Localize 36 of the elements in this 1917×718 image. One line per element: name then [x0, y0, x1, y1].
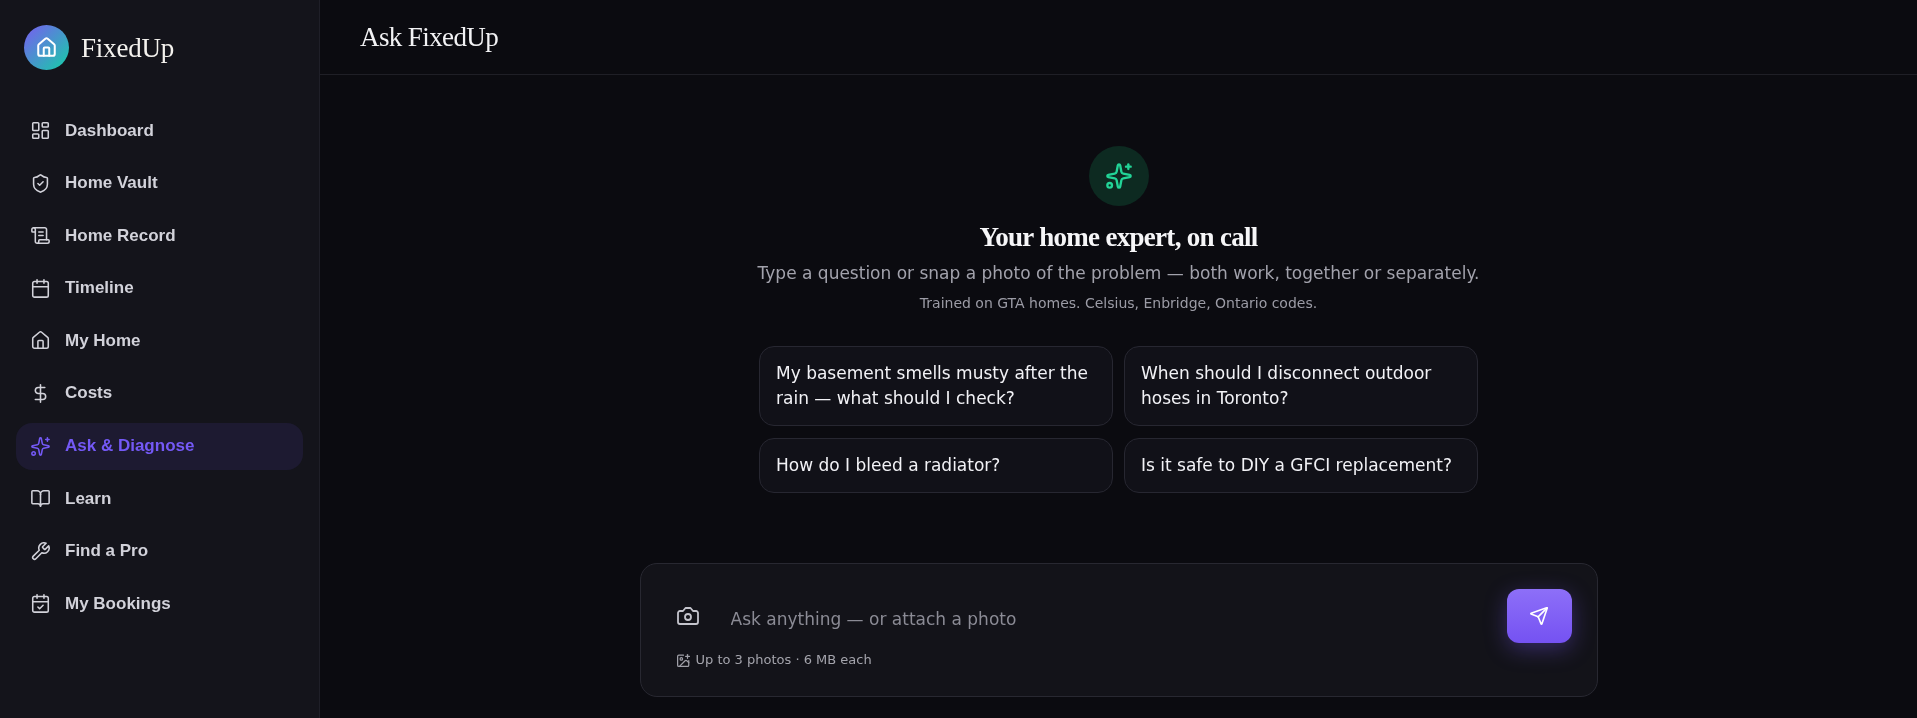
- suggestion-button[interactable]: When should I disconnect outdoor hoses in Toronto?: [1124, 346, 1478, 426]
- nav-item[interactable]: Home Record: [16, 212, 303, 260]
- page-title: Ask FixedUp: [360, 21, 499, 54]
- book-icon: [31, 489, 50, 509]
- camera-icon[interactable]: [676, 607, 699, 625]
- suggestion-button[interactable]: My basement smells musty after the rain — what should I check?: [759, 346, 1113, 426]
- calendar-check-icon: [31, 594, 50, 614]
- suggestion-button[interactable]: How do I bleed a radiator?: [759, 438, 1113, 493]
- image-plus-icon: [676, 653, 690, 667]
- shield-check-icon: [31, 173, 50, 193]
- upload-hint: Up to 3 photos · 6 MB each: [695, 652, 872, 668]
- nav-item[interactable]: Find a Pro: [16, 527, 303, 575]
- sparkle-icon: [31, 436, 50, 456]
- wrench-icon: [31, 541, 50, 561]
- house-icon: [31, 331, 50, 351]
- hero-note: Trained on GTA homes. Celsius, Enbridge, Ontario codes.: [919, 294, 1318, 313]
- nav-item[interactable]: Ask & Diagnose: [16, 422, 303, 470]
- message-input[interactable]: Ask anything — or attach a photo: [730, 604, 1491, 634]
- nav-item[interactable]: My Home: [16, 317, 303, 365]
- calendar-icon: [31, 278, 50, 298]
- nav-item[interactable]: Dashboard: [16, 107, 303, 154]
- nav-item[interactable]: My Bookings: [16, 580, 303, 628]
- sparkle-icon: [1088, 146, 1149, 206]
- scroll-icon: [31, 226, 50, 246]
- house-logo-icon: [24, 25, 69, 70]
- send-button[interactable]: [1506, 589, 1572, 643]
- hero-title: Your home expert, on call: [979, 221, 1258, 254]
- nav-item[interactable]: Learn: [16, 475, 303, 523]
- nav-item[interactable]: Home Vault: [16, 159, 303, 207]
- hero-subtitle: Type a question or snap a photo of the problem — both work, together or separately.: [757, 262, 1480, 285]
- grid-icon: [31, 121, 50, 140]
- nav-item[interactable]: Costs: [16, 369, 303, 417]
- send-icon: [1530, 607, 1548, 625]
- nav-item[interactable]: Timeline: [16, 264, 303, 312]
- brand-name: FixedUp: [81, 31, 175, 64]
- suggestion-button[interactable]: Is it safe to DIY a GFCI replacement?: [1124, 438, 1478, 493]
